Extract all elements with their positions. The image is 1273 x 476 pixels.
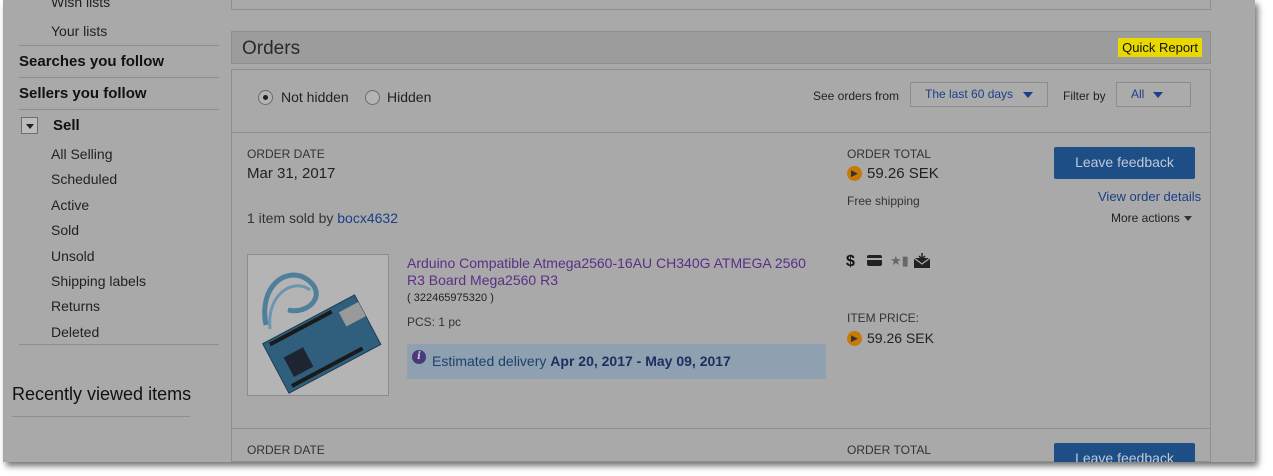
radio-not-hidden-label[interactable]: Not hidden [281, 89, 349, 105]
dollar-icon: $ [846, 253, 855, 270]
screenshot-frame: Wish lists Your lists Searches you follo… [3, 0, 1255, 462]
leave-feedback-button[interactable]: Leave feedback [1054, 147, 1195, 179]
chevron-down-icon [1023, 92, 1033, 98]
sold-by-prefix: 1 item sold by [247, 210, 334, 226]
radio-hidden[interactable] [365, 90, 380, 105]
sidebar-item-sellers-you-follow[interactable]: Sellers you follow [19, 85, 147, 102]
delivery-dates: Apr 20, 2017 - May 09, 2017 [550, 353, 731, 369]
shipped-envelope-icon [913, 253, 931, 274]
star-feedback-icon: ★▮ [890, 253, 909, 268]
currency-coin-icon: ▶ [847, 331, 862, 346]
see-orders-from-label: See orders from [813, 89, 900, 103]
info-icon: i [412, 350, 426, 364]
delivery-prefix: Estimated delivery [432, 353, 547, 369]
more-actions-label: More actions [1111, 211, 1180, 225]
chevron-down-icon [1153, 92, 1163, 98]
order-total-label: ORDER TOTAL [847, 443, 932, 457]
radio-hidden-label[interactable]: Hidden [387, 89, 431, 105]
date-range-value: The last 60 days [925, 87, 1014, 101]
shipping-info: Free shipping [847, 194, 920, 208]
sidebar-item-active[interactable]: Active [51, 197, 89, 213]
sidebar-divider [19, 344, 219, 345]
filter-by-label: Filter by [1063, 89, 1106, 103]
sell-collapse-toggle-icon[interactable] [21, 117, 38, 134]
more-actions-menu[interactable]: More actions [1111, 211, 1192, 225]
item-price-value: 59.26 SEK [867, 330, 934, 346]
leave-feedback-button[interactable]: Leave feedback [1054, 443, 1195, 462]
sidebar-item-sold[interactable]: Sold [51, 222, 79, 238]
sidebar-item-shipping-labels[interactable]: Shipping labels [51, 273, 146, 289]
quick-report-link[interactable]: Quick Report [1118, 38, 1202, 57]
item-price-label: ITEM PRICE: [847, 311, 920, 325]
order-total: ▶ 59.26 SEK [847, 165, 939, 182]
sidebar-divider [19, 45, 219, 46]
filter-by-value: All [1131, 87, 1145, 101]
currency-coin-icon: ▶ [847, 166, 862, 181]
sidebar-item-your-lists[interactable]: Your lists [51, 23, 107, 39]
seller-link[interactable]: bocx4632 [337, 210, 398, 226]
order-date-label: ORDER DATE [247, 443, 325, 457]
sidebar-divider [19, 109, 219, 110]
payment-card-icon [866, 253, 883, 272]
sold-by-line: 1 item sold by bocx4632 [247, 210, 398, 226]
sidebar-item-sell[interactable]: Sell [53, 117, 80, 134]
previous-section-edge [231, 0, 1211, 10]
sidebar-item-returns[interactable]: Returns [51, 298, 100, 314]
orders-filter-bar: Not hidden Hidden See orders from The la… [232, 70, 1210, 133]
sidebar-item-scheduled[interactable]: Scheduled [51, 171, 117, 187]
order-divider [232, 428, 1210, 429]
orders-panel: Not hidden Hidden See orders from The la… [231, 69, 1211, 462]
page-title: Orders [242, 38, 301, 59]
order-date-label: ORDER DATE [247, 147, 325, 161]
item-thumbnail[interactable] [247, 254, 389, 396]
chevron-down-icon [1183, 216, 1192, 221]
sidebar-item-wish-lists[interactable]: Wish lists [51, 0, 110, 10]
order-total-label: ORDER TOTAL [847, 147, 932, 161]
item-quantity: PCS: 1 pc [407, 315, 462, 329]
order-date: Mar 31, 2017 [247, 165, 336, 182]
orders-header: Orders Quick Report [231, 31, 1211, 64]
order-total-value: 59.26 SEK [867, 165, 939, 182]
arduino-board-image [262, 272, 382, 394]
view-order-details-link[interactable]: View order details [1098, 189, 1201, 204]
item-title-link[interactable]: Arduino Compatible Atmega2560-16AU CH340… [407, 255, 807, 289]
estimated-delivery-text: Estimated delivery Apr 20, 2017 - May 09… [432, 353, 731, 369]
item-price: ▶ 59.26 SEK [847, 330, 934, 346]
sidebar-item-searches-you-follow[interactable]: Searches you follow [19, 53, 164, 70]
filter-by-dropdown[interactable]: All [1116, 82, 1191, 107]
item-number: ( 322465975320 ) [407, 292, 494, 304]
sidebar-divider [19, 77, 219, 78]
date-range-dropdown[interactable]: The last 60 days [910, 82, 1048, 107]
estimated-delivery-banner: i Estimated delivery Apr 20, 2017 - May … [407, 344, 826, 379]
sidebar-divider [12, 416, 190, 417]
recently-viewed-heading: Recently viewed items [12, 384, 192, 404]
sidebar-item-unsold[interactable]: Unsold [51, 248, 95, 264]
radio-not-hidden[interactable] [258, 90, 273, 105]
sidebar: Wish lists Your lists Searches you follo… [3, 0, 225, 462]
sidebar-item-all-selling[interactable]: All Selling [51, 146, 112, 162]
sidebar-item-deleted[interactable]: Deleted [51, 324, 99, 340]
